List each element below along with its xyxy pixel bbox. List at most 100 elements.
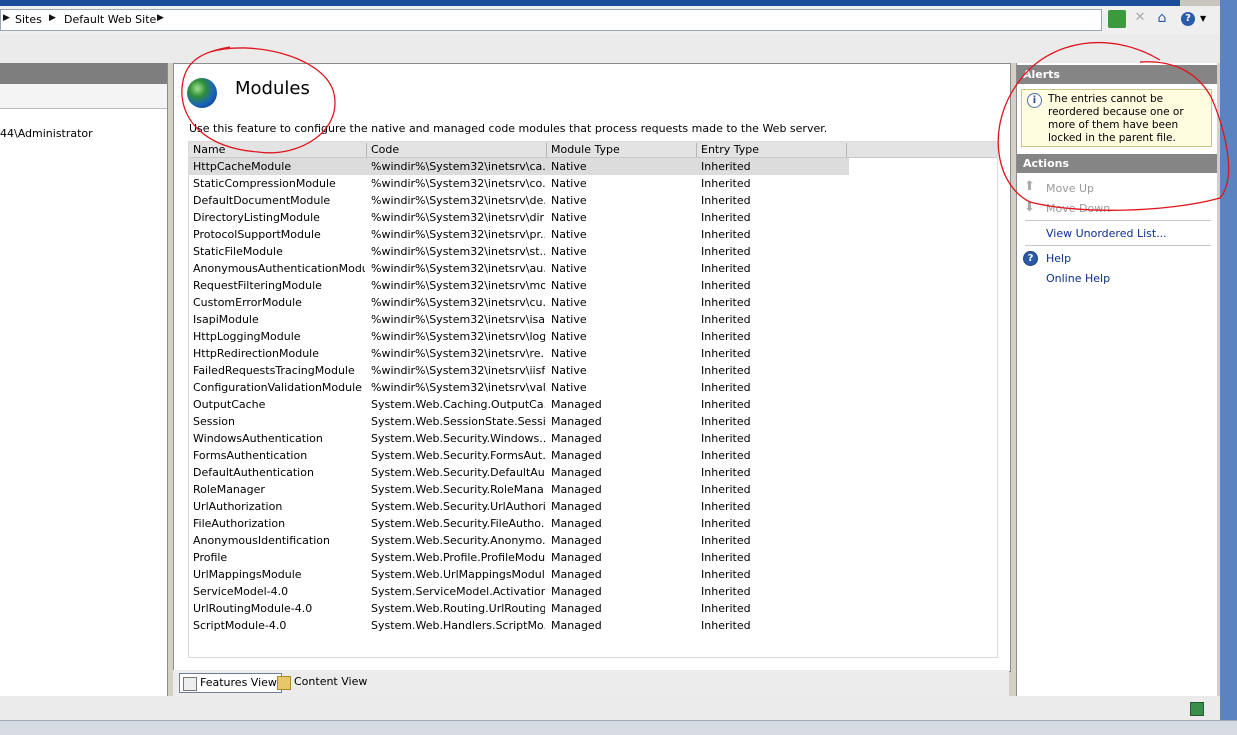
cell-name: AnonymousIdentification	[193, 534, 330, 547]
column-header-code[interactable]: Code	[367, 143, 547, 157]
breadcrumb-item-sites[interactable]: Sites	[15, 13, 42, 26]
table-row[interactable]: DefaultDocumentModule %windir%\System32\i…	[189, 192, 849, 209]
cell-name: StaticFileModule	[193, 245, 283, 258]
chevron-down-icon[interactable]: ▼	[1200, 14, 1218, 32]
cell-module-type: Managed	[551, 551, 602, 564]
cell-entry-type: Inherited	[701, 279, 751, 292]
cell-module-type: Native	[551, 262, 587, 275]
cell-name: StaticCompressionModule	[193, 177, 336, 190]
cell-code: System.Web.SessionState.Sessi...	[371, 415, 545, 428]
table-row[interactable]: WindowsAuthentication System.Web.Security…	[189, 430, 849, 447]
table-row[interactable]: IsapiModule %windir%\System32\inetsrv\isa…	[189, 311, 849, 328]
cell-name: RoleManager	[193, 483, 265, 496]
divider	[1025, 245, 1211, 246]
tab-features-view[interactable]: Features View	[179, 673, 282, 693]
table-row[interactable]: UrlRoutingModule-4.0 System.Web.Routing.U…	[189, 600, 849, 617]
cell-module-type: Managed	[551, 585, 602, 598]
table-row[interactable]: HttpCacheModule %windir%\System32\inetsrv…	[189, 158, 849, 175]
connection-node[interactable]: 44\Administrator	[0, 127, 93, 140]
cell-entry-type: Inherited	[701, 619, 751, 632]
breadcrumb[interactable]: ▶ Sites ▶ Default Web Site ▶	[0, 9, 1102, 31]
view-unordered-list-action[interactable]: View Unordered List...	[1046, 227, 1167, 240]
cell-module-type: Native	[551, 211, 587, 224]
table-row[interactable]: FileAuthorization System.Web.Security.Fil…	[189, 515, 849, 532]
stop-icon[interactable]: ✕	[1131, 10, 1149, 28]
home-icon[interactable]: ⌂	[1153, 10, 1171, 28]
cell-code: System.Web.Security.DefaultAu...	[371, 466, 545, 479]
breadcrumb-item-site[interactable]: Default Web Site	[64, 13, 156, 26]
tab-content-view[interactable]: Content View	[274, 673, 371, 691]
chevron-right-icon: ▶	[49, 13, 56, 23]
cell-code: %windir%\System32\inetsrv\dirl...	[371, 211, 545, 224]
cell-code: System.Web.Security.RoleMana...	[371, 483, 545, 496]
alerts-header: Alerts	[1017, 65, 1217, 84]
cell-code: %windir%\System32\inetsrv\cu...	[371, 296, 545, 309]
cell-name: OutputCache	[193, 398, 266, 411]
table-row[interactable]: RequestFilteringModule %windir%\System32\…	[189, 277, 849, 294]
cell-module-type: Managed	[551, 500, 602, 513]
help-icon[interactable]: ?	[1181, 12, 1195, 26]
cell-entry-type: Inherited	[701, 347, 751, 360]
cell-module-type: Managed	[551, 398, 602, 411]
table-row[interactable]: AnonymousIdentification System.Web.Securi…	[189, 532, 849, 549]
move-down-action[interactable]: Move Down	[1046, 202, 1110, 215]
table-row[interactable]: Profile System.Web.Profile.ProfileModule M…	[189, 549, 849, 566]
table-row[interactable]: UrlAuthorization System.Web.Security.UrlA…	[189, 498, 849, 515]
table-row[interactable]: ProtocolSupportModule %windir%\System32\i…	[189, 226, 849, 243]
help-action[interactable]: Help	[1046, 252, 1071, 265]
table-row[interactable]: ConfigurationValidationModule %windir%\Sy…	[189, 379, 849, 396]
cell-name: Session	[193, 415, 235, 428]
cell-module-type: Native	[551, 194, 587, 207]
table-row[interactable]: OutputCache System.Web.Caching.OutputCa..…	[189, 396, 849, 413]
table-row[interactable]: HttpRedirectionModule %windir%\System32\i…	[189, 345, 849, 362]
online-help-action[interactable]: Online Help	[1046, 272, 1110, 285]
cell-entry-type: Inherited	[701, 364, 751, 377]
window-frame	[1220, 0, 1237, 734]
table-row[interactable]: CustomErrorModule %windir%\System32\inets…	[189, 294, 849, 311]
cell-name: UrlRoutingModule-4.0	[193, 602, 313, 615]
move-up-action[interactable]: Move Up	[1046, 182, 1094, 195]
cell-code: System.Web.Handlers.ScriptMo...	[371, 619, 545, 632]
cell-entry-type: Inherited	[701, 602, 751, 615]
table-row[interactable]: AnonymousAuthenticationModule %windir%\Sy…	[189, 260, 849, 277]
table-row[interactable]: UrlMappingsModule System.Web.UrlMappingsM…	[189, 566, 849, 583]
cell-entry-type: Inherited	[701, 381, 751, 394]
cell-code: System.Web.Security.UrlAuthori...	[371, 500, 545, 513]
view-tabs: Features View Content View	[173, 670, 1009, 696]
table-row[interactable]: FailedRequestsTracingModule %windir%\Syst…	[189, 362, 849, 379]
table-row[interactable]: StaticFileModule %windir%\System32\inetsr…	[189, 243, 849, 260]
cell-entry-type: Inherited	[701, 245, 751, 258]
column-header-name[interactable]: Name	[189, 143, 367, 157]
feature-pane: Modules Use this feature to configure th…	[173, 63, 1011, 672]
column-header-module-type[interactable]: Module Type	[547, 143, 697, 157]
cell-module-type: Native	[551, 330, 587, 343]
cell-module-type: Native	[551, 313, 587, 326]
table-row[interactable]: ScriptModule-4.0 System.Web.Handlers.Scri…	[189, 617, 849, 634]
table-row[interactable]: DirectoryListingModule %windir%\System32\…	[189, 209, 849, 226]
cell-name: FormsAuthentication	[193, 449, 308, 462]
cell-code: System.ServiceModel.Activation...	[371, 585, 545, 598]
refresh-icon[interactable]	[1108, 10, 1126, 28]
table-row[interactable]: ServiceModel-4.0 System.ServiceModel.Acti…	[189, 583, 849, 600]
connections-header	[0, 63, 167, 84]
cell-module-type: Native	[551, 296, 587, 309]
cell-code: System.Web.Security.FileAutho...	[371, 517, 545, 530]
cell-entry-type: Inherited	[701, 466, 751, 479]
column-header-entry-type[interactable]: Entry Type	[697, 143, 847, 157]
cell-module-type: Managed	[551, 432, 602, 445]
table-row[interactable]: FormsAuthentication System.Web.Security.F…	[189, 447, 849, 464]
cell-entry-type: Inherited	[701, 432, 751, 445]
table-row[interactable]: Session System.Web.SessionState.Sessi... M…	[189, 413, 849, 430]
cell-module-type: Native	[551, 279, 587, 292]
cell-code: System.Web.UrlMappingsModule	[371, 568, 545, 581]
cell-code: %windir%\System32\inetsrv\st...	[371, 245, 545, 258]
cell-entry-type: Inherited	[701, 398, 751, 411]
cell-name: AnonymousAuthenticationModule	[193, 262, 365, 275]
table-row[interactable]: RoleManager System.Web.Security.RoleMana.…	[189, 481, 849, 498]
table-row[interactable]: HttpLoggingModule %windir%\System32\inets…	[189, 328, 849, 345]
table-row[interactable]: StaticCompressionModule %windir%\System32…	[189, 175, 849, 192]
cell-module-type: Managed	[551, 415, 602, 428]
table-row[interactable]: DefaultAuthentication System.Web.Security…	[189, 464, 849, 481]
info-icon: i	[1027, 93, 1042, 108]
cell-entry-type: Inherited	[701, 483, 751, 496]
